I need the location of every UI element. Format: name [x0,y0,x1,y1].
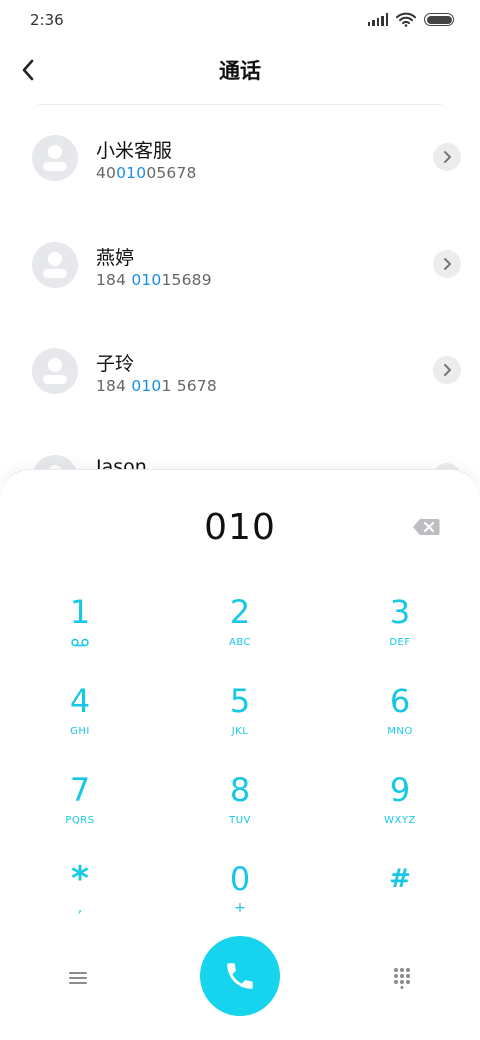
phone-icon [227,963,253,989]
page-title: 通话 [219,59,261,83]
header: 通话 [0,46,480,94]
backspace-button[interactable] [410,516,442,538]
contact-detail-button[interactable] [433,143,461,171]
avatar [32,241,78,288]
dialed-number: 010 [204,507,276,548]
avatar [32,348,78,394]
signal-icon [367,13,388,26]
key-star[interactable]: * , [20,859,140,939]
contact-row[interactable]: 燕婷 184 01015689 [0,212,480,319]
chevron-right-icon [444,151,451,163]
key-8[interactable]: 8 TUV [180,770,300,850]
match-highlight: 010 [131,270,162,289]
key-9[interactable]: 9 WXYZ [340,770,460,850]
match-highlight: 010 [116,164,147,182]
dialpad-icon [394,968,410,989]
contact-number: 184 01015689 [96,270,212,289]
battery-icon [424,13,454,26]
keypad-toggle-button[interactable] [386,962,418,994]
key-7[interactable]: 7 PQRS [20,770,140,850]
key-1[interactable]: 1 [20,592,140,672]
contact-row[interactable]: 子玲 184 0101 5678 [0,318,480,425]
contact-list: 小米客服 4001005678 燕婷 184 01015689 子玲 184 0… [0,105,480,531]
avatar [32,135,78,181]
status-time: 2:36 [30,11,64,29]
status-bar: 2:36 [0,0,480,42]
voicemail-icon [71,638,89,646]
dialer-panel: 010 1 2 ABC 3 DEF 4 GHI 5 JKL 6 MNO 7 PQ… [0,469,480,1040]
contact-number: 184 0101 5678 [96,377,217,395]
key-hash[interactable]: # [340,859,460,939]
contact-number: 4001005678 [96,164,197,182]
key-3[interactable]: 3 DEF [340,592,460,672]
key-6[interactable]: 6 MNO [340,681,460,761]
match-highlight: 010 [131,377,162,395]
menu-button[interactable] [62,962,94,994]
contact-row[interactable]: 小米客服 4001005678 [0,105,480,212]
key-2[interactable]: 2 ABC [180,592,300,672]
key-4[interactable]: 4 GHI [20,681,140,761]
contact-detail-button[interactable] [433,356,461,384]
call-button[interactable] [200,936,280,1016]
chevron-right-icon [444,364,451,376]
phone-screen: 2:36 通话 小米客服 4001005678 燕婷 184 01015689 … [0,0,480,1040]
key-0[interactable]: 0 + [180,859,300,939]
contact-detail-button[interactable] [433,249,461,278]
backspace-icon [413,519,440,535]
contact-name: 小米客服 [96,140,173,162]
key-5[interactable]: 5 JKL [180,681,300,761]
status-icons [367,12,454,27]
contact-name: 燕婷 [96,246,135,269]
menu-icon [69,972,87,984]
wifi-icon [396,12,416,27]
chevron-right-icon [444,257,451,270]
dialer-bottom-bar [0,934,480,1020]
contact-name: 子玲 [96,353,135,375]
